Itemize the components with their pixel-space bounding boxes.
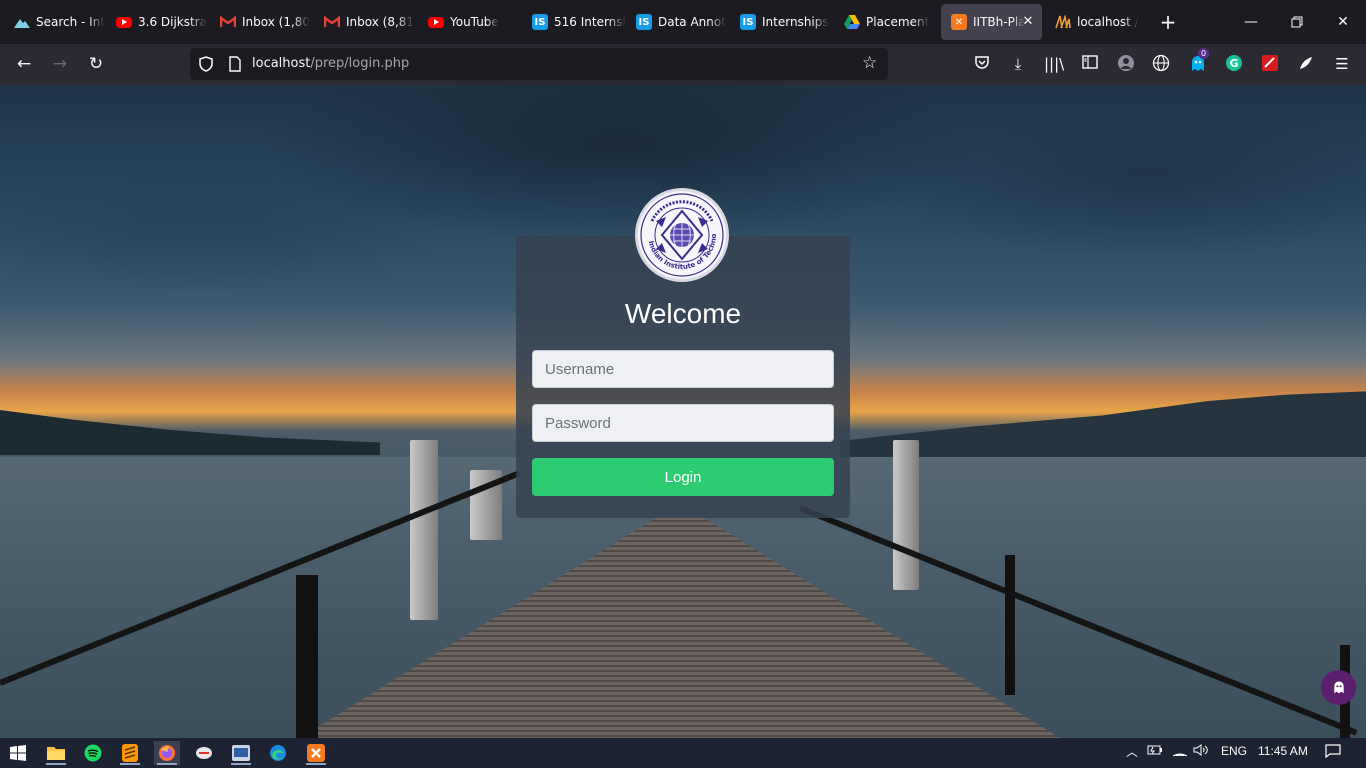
app-6-icon[interactable]	[228, 741, 254, 765]
xampp-icon: ✕	[951, 14, 967, 30]
restore-button[interactable]	[1285, 10, 1309, 34]
app-5-icon[interactable]	[191, 741, 217, 765]
tab-label: localhost /	[1077, 15, 1139, 29]
hamburger-menu-icon[interactable]: ☰	[1332, 54, 1352, 74]
tab-internshala-516[interactable]: IS 516 Internsh	[522, 4, 626, 40]
background-post	[1005, 555, 1015, 695]
tab-label: Inbox (1,80	[242, 15, 311, 29]
tab-label: 3.6 Dijkstra	[138, 15, 207, 29]
sublime-text-icon[interactable]	[117, 741, 143, 765]
tab-search[interactable]: Search - Int	[4, 4, 106, 40]
extension-icon[interactable]	[1296, 54, 1316, 74]
battery-icon[interactable]	[1147, 744, 1163, 760]
tab-youtube[interactable]: YouTube	[418, 4, 522, 40]
internshala-icon: IS	[636, 14, 652, 30]
background-post	[296, 575, 318, 738]
globe-extension-icon[interactable]	[1151, 54, 1171, 74]
language-indicator[interactable]: ENG	[1221, 744, 1247, 758]
tab-phpmyadmin[interactable]: localhost /	[1045, 4, 1145, 40]
tab-label: IITBh-Pla	[973, 15, 1025, 29]
navigation-toolbar: ← → ↻ localhost/prep/login.php ☆ ⤓ |||\ …	[0, 44, 1366, 85]
password-input[interactable]	[532, 404, 834, 442]
minimize-button[interactable]: —	[1239, 10, 1263, 34]
volume-icon[interactable]	[1193, 744, 1209, 760]
close-window-button[interactable]: ✕	[1331, 10, 1355, 34]
tab-label: Search - Int	[36, 15, 106, 29]
sidebar-icon[interactable]	[1080, 54, 1100, 74]
institute-logo: Indian Institute of Technology Bhilai	[635, 188, 729, 282]
youtube-icon	[116, 16, 132, 28]
spotify-icon[interactable]	[80, 741, 106, 765]
url-text: localhost/prep/login.php	[252, 56, 409, 71]
restore-icon	[1291, 16, 1303, 28]
tab-placement[interactable]: Placement	[834, 4, 938, 40]
tab-close-icon[interactable]: ✕	[1020, 14, 1036, 30]
downloads-icon[interactable]: ⤓	[1008, 54, 1028, 74]
pdf-extension-icon[interactable]	[1260, 54, 1280, 74]
firefox-icon[interactable]	[154, 741, 180, 765]
gmail-icon	[220, 14, 236, 30]
library-icon[interactable]: |||\	[1044, 54, 1064, 74]
internshala-icon: IS	[740, 14, 756, 30]
pocket-icon[interactable]	[972, 54, 992, 74]
forward-button[interactable]: →	[48, 52, 72, 76]
welcome-heading: Welcome	[624, 298, 742, 329]
tray-overflow-icon[interactable]: ︿	[1124, 744, 1140, 760]
reload-button[interactable]: ↻	[84, 52, 108, 76]
tab-iitbh-placement[interactable]: ✕ IITBh-Pla ✕	[941, 4, 1042, 40]
new-tab-button[interactable]: +	[1157, 11, 1179, 33]
ghostery-floating-icon[interactable]	[1321, 670, 1356, 705]
tab-label: Data Annot	[658, 15, 726, 29]
xampp-taskbar-icon[interactable]	[303, 741, 329, 765]
tab-strip: Search - Int 3.6 Dijkstra Inbox (1,80 In…	[0, 0, 1366, 44]
iit-bhilai-emblem-icon: Indian Institute of Technology Bhilai	[638, 191, 724, 277]
youtube-icon	[428, 16, 444, 28]
account-avatar-icon[interactable]	[1116, 54, 1136, 74]
url-host: localhost	[252, 56, 311, 71]
tab-label: Placement	[866, 15, 930, 29]
grammarly-icon[interactable]: G	[1224, 54, 1244, 74]
tracking-protection-shield-icon[interactable]	[198, 56, 214, 72]
ghostery-extension-icon[interactable]: 0	[1188, 48, 1210, 74]
tab-label: YouTube	[450, 15, 499, 29]
url-path: /prep/login.php	[310, 56, 410, 71]
internshala-icon: IS	[532, 14, 548, 30]
back-button[interactable]: ←	[12, 52, 36, 76]
windows-start-button[interactable]	[5, 741, 31, 765]
login-button[interactable]: Login	[532, 458, 834, 496]
google-drive-icon	[844, 14, 860, 30]
url-bar[interactable]: localhost/prep/login.php ☆	[190, 48, 888, 80]
svg-text:G: G	[1229, 57, 1238, 70]
tab-data-annot[interactable]: IS Data Annot	[626, 4, 730, 40]
tab-internships[interactable]: IS Internships	[730, 4, 834, 40]
page-info-icon[interactable]	[228, 56, 242, 72]
tab-label: Internships	[762, 15, 829, 29]
phpmyadmin-icon	[1055, 14, 1071, 30]
notifications-icon[interactable]	[1325, 744, 1341, 760]
tab-label: 516 Internsh	[554, 15, 626, 29]
tab-label: Inbox (8,81	[346, 15, 415, 29]
background-pier-post-right	[893, 440, 919, 590]
tab-inbox-1[interactable]: Inbox (1,80	[210, 4, 314, 40]
search-engine-icon	[14, 14, 30, 30]
background-pier-post-left	[410, 440, 438, 620]
tab-dijkstra[interactable]: 3.6 Dijkstra	[106, 4, 210, 40]
edge-icon[interactable]	[265, 741, 291, 765]
file-explorer-icon[interactable]	[43, 741, 69, 765]
username-input[interactable]	[532, 350, 834, 388]
extension-badge: 0	[1198, 48, 1210, 59]
windows-taskbar: ︿ ENG 11:45 AM	[0, 738, 1366, 768]
clock[interactable]: 11:45 AM	[1258, 744, 1308, 758]
wifi-icon[interactable]	[1172, 744, 1188, 760]
bookmark-star-icon[interactable]: ☆	[862, 54, 880, 72]
gmail-icon	[324, 14, 340, 30]
tab-inbox-2[interactable]: Inbox (8,81	[314, 4, 418, 40]
